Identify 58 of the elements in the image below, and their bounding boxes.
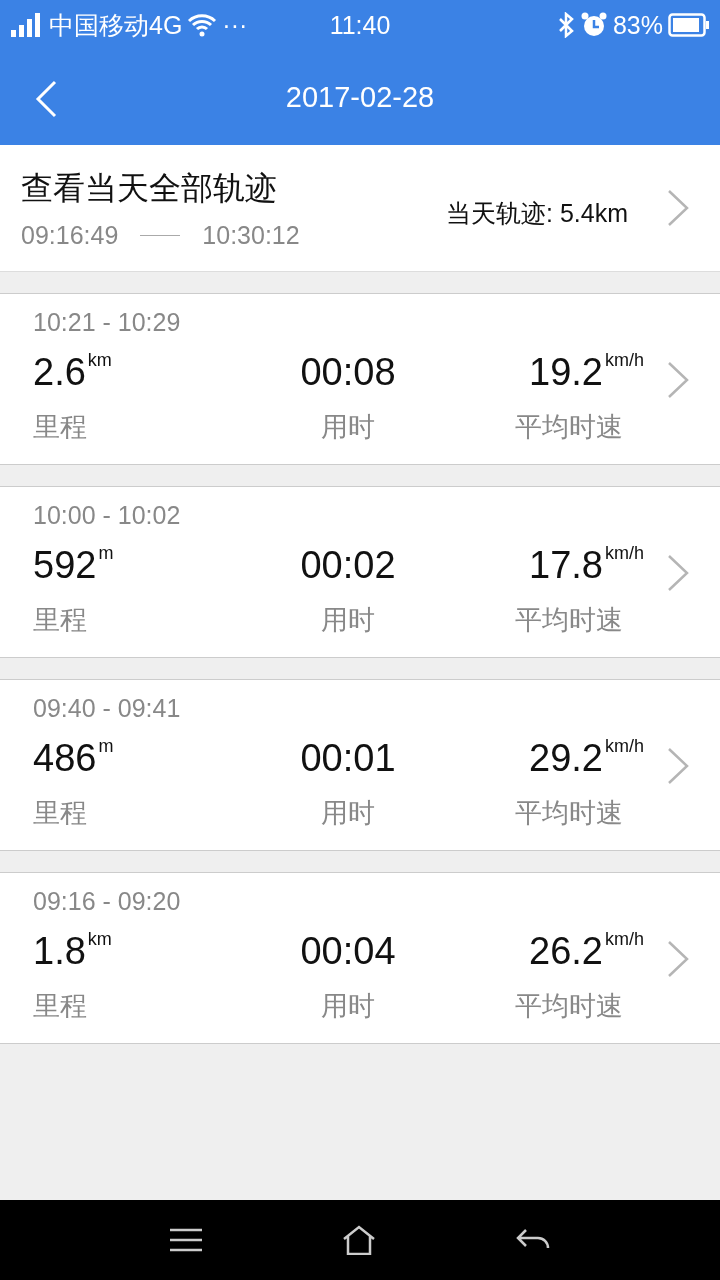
chevron-icon (666, 553, 690, 593)
duration-value: 00:01 (300, 736, 396, 781)
home-icon (342, 1225, 376, 1255)
stat-label: 用时 (321, 603, 375, 637)
distance-unit: m (98, 542, 114, 564)
clock-time: 11:40 (329, 10, 391, 40)
summary-title: 查看当天全部轨迹 (21, 167, 278, 209)
stat-label: 平均时速 (515, 410, 623, 444)
distance-unit: km (87, 349, 112, 371)
speed-value: 19.2 (529, 350, 603, 395)
distance-value: 2.6 (33, 350, 86, 395)
chevron-icon (666, 188, 690, 228)
start-time: 09:16:49 (21, 220, 119, 250)
carrier-name: 中国移动4G (49, 9, 183, 41)
battery-icon (668, 13, 710, 37)
speed-unit: km/h (605, 735, 644, 757)
distance-unit: km (87, 928, 112, 950)
duration-value: 00:04 (300, 929, 396, 974)
stat-label: 里程 (33, 989, 88, 1023)
stat-label: 用时 (321, 989, 375, 1023)
duration-value: 00:08 (300, 350, 396, 395)
distance-value: 1.8 (33, 929, 86, 974)
battery-percent: 83% (612, 10, 663, 40)
distance-value: 486 (33, 736, 97, 781)
speed-unit: km/h (605, 928, 644, 950)
chevron-icon (666, 360, 690, 400)
speed-value: 29.2 (529, 736, 603, 781)
time-range: 10:21 - 10:29 (33, 308, 182, 337)
more-indicator: ··· (222, 10, 248, 40)
stat-label: 平均时速 (515, 796, 623, 830)
stat-label: 里程 (33, 603, 88, 637)
stat-label: 里程 (33, 410, 88, 444)
total-distance: 当天轨迹: 5.4km (446, 197, 628, 229)
wifi-icon (187, 13, 218, 37)
end-time: 10:30:12 (202, 220, 300, 250)
time-range: 09:16 - 09:20 (33, 887, 182, 916)
distance-unit: m (98, 735, 114, 757)
speed-value: 17.8 (529, 543, 603, 588)
menu-icon (170, 1228, 202, 1252)
stat-label: 里程 (33, 796, 88, 830)
stat-label: 平均时速 (515, 989, 623, 1023)
speed-unit: km/h (605, 349, 644, 371)
page-title: 2017-02-28 (285, 81, 435, 114)
stat-label: 用时 (321, 796, 375, 830)
back-icon (34, 80, 58, 118)
bluetooth-icon (556, 12, 575, 38)
time-range: 10:00 - 10:02 (33, 501, 182, 530)
speed-unit: km/h (605, 542, 644, 564)
stat-label: 用时 (321, 410, 375, 444)
stat-label: 平均时速 (515, 603, 623, 637)
distance-value: 592 (33, 543, 97, 588)
chevron-icon (666, 746, 690, 786)
chevron-icon (666, 939, 690, 979)
time-range: 09:40 - 09:41 (33, 694, 182, 723)
duration-value: 00:02 (300, 543, 396, 588)
summary-card[interactable]: 查看当天全部轨迹 09:16:49 10:30:12 当天轨迹: 5.4km (0, 145, 720, 272)
speed-value: 26.2 (529, 929, 603, 974)
alarm-icon (579, 11, 608, 39)
